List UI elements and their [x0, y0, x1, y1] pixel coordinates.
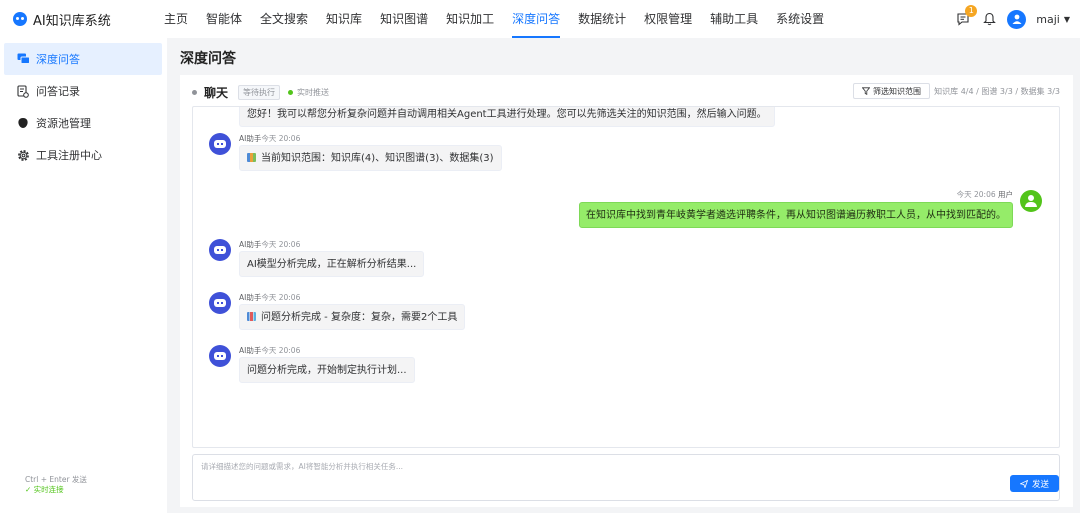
bar-chart-icon — [247, 312, 256, 321]
user-icon — [1012, 14, 1022, 24]
username[interactable]: maji — [1036, 13, 1060, 26]
robot-avatar-icon — [209, 239, 231, 261]
send-hint: Ctrl + Enter 发送 — [25, 475, 87, 484]
send-label: 发送 — [1031, 479, 1049, 490]
robot-avatar-icon — [209, 133, 231, 155]
chat-title: 聊天 — [204, 85, 229, 100]
sidebar-item-deep-qa[interactable]: 深度问答 — [4, 43, 162, 75]
send-button[interactable]: 发送 — [1010, 475, 1059, 492]
chat-panel: 聊天 等待执行 实时推送 筛选知识范围 知识库 4/4 / 图谱 3/3 / 数… — [180, 75, 1073, 507]
filter-scope-label: 筛选知识范围 — [873, 86, 921, 96]
messages-button[interactable]: 1 — [955, 5, 978, 27]
message-text: 问题分析完成 - 复杂度：复杂，需要2个工具 — [261, 312, 458, 323]
message-time: 今天 20:06 — [261, 346, 301, 355]
message-bubble: 您好！我可以帮您分析复杂问题并自动调用相关Agent工具进行处理。您可以先筛选关… — [239, 107, 775, 127]
nav-deep-qa[interactable]: 深度问答 — [503, 0, 569, 38]
input-footer: Ctrl + Enter 发送 ✓ 实时连接 — [25, 475, 87, 495]
message-bubble: 当前知识范围：知识库(4)、知识图谱(3)、数据集(3) — [239, 145, 502, 171]
sidebar-item-label: 工具注册中心 — [36, 149, 102, 162]
notification-button[interactable] — [981, 11, 997, 27]
message-bubble: 问题分析完成 - 复杂度：复杂，需要2个工具 — [239, 304, 466, 330]
gear-icon — [16, 148, 30, 162]
page-title: 深度问答 — [180, 51, 236, 67]
sender-name: AI助手 — [239, 240, 262, 249]
sender-name: AI助手 — [239, 293, 262, 302]
connection-status: ✓ 实时连接 — [25, 485, 64, 494]
nav-permissions[interactable]: 权限管理 — [635, 0, 701, 38]
sidebar-item-label: 深度问答 — [36, 53, 80, 66]
message-text: 当前知识范围：知识库(4)、知识图谱(3)、数据集(3) — [261, 153, 494, 164]
push-status: 实时推送 — [297, 87, 330, 97]
message-list[interactable]: 您好！我可以帮您分析复杂问题并自动调用相关Agent工具进行处理。您可以先筛选关… — [192, 106, 1060, 448]
chat-header: 聊天 等待执行 实时推送 筛选知识范围 知识库 4/4 / 图谱 3/3 / 数… — [192, 83, 1060, 101]
filter-icon — [862, 87, 870, 95]
message-time: 今天 20:06 — [956, 190, 996, 199]
nav-knowledge-processing[interactable]: 知识加工 — [437, 0, 503, 38]
online-dot-icon — [288, 89, 294, 95]
sidebar-item-resource-pool[interactable]: 资源池管理 — [4, 107, 162, 139]
message-bubble: 在知识库中找到青年岐黄学者遴选评聘条件，再从知识图谱遍历教职工人员，从中找到匹配… — [579, 202, 1013, 228]
main-nav: 主页 智能体 全文搜索 知识库 知识图谱 知识加工 深度问答 数据统计 权限管理… — [155, 0, 833, 38]
chevron-down-icon[interactable]: ▼ — [1064, 15, 1070, 24]
nav-agents[interactable]: 智能体 — [197, 0, 251, 38]
brand[interactable]: AI知识库系统 — [13, 10, 143, 29]
sidebar-item-qa-records[interactable]: 问答记录 — [4, 75, 162, 107]
message-bubble: AI模型分析完成，正在解析分析结果... — [239, 251, 425, 277]
message-time: 今天 20:06 — [261, 293, 301, 302]
user-avatar-icon — [1020, 190, 1042, 212]
chat-icon — [16, 52, 30, 66]
status-badge: 等待执行 — [238, 84, 281, 100]
nav-knowledge-base[interactable]: 知识库 — [317, 0, 371, 38]
nav-home[interactable]: 主页 — [155, 0, 197, 38]
sidebar-item-label: 资源池管理 — [36, 117, 91, 130]
record-icon — [16, 84, 30, 98]
message-meta: AI助手今天 20:06 — [239, 292, 300, 303]
nav-tools[interactable]: 辅助工具 — [701, 0, 767, 38]
filter-scope-button[interactable]: 筛选知识范围 — [853, 83, 930, 99]
message-meta: AI助手今天 20:06 — [239, 345, 300, 356]
robot-logo-icon — [13, 12, 27, 26]
nav-settings[interactable]: 系统设置 — [767, 0, 833, 38]
nav-statistics[interactable]: 数据统计 — [569, 0, 635, 38]
bell-icon — [982, 12, 996, 26]
main-content: 深度问答 聊天 等待执行 实时推送 筛选知识范围 知识库 4/4 / 图谱 3/… — [167, 38, 1080, 513]
robot-avatar-icon — [209, 345, 231, 367]
message-time: 今天 20:06 — [261, 240, 301, 249]
nav-knowledge-graph[interactable]: 知识图谱 — [371, 0, 437, 38]
robot-avatar-icon — [209, 292, 231, 314]
sender-name: AI助手 — [239, 346, 262, 355]
question-input[interactable]: 请详细描述您的问题或需求，AI将智能分析并执行相关任务... — [192, 454, 1060, 501]
sidebar-item-label: 问答记录 — [36, 85, 80, 98]
input-placeholder: 请详细描述您的问题或需求，AI将智能分析并执行相关任务... — [201, 462, 403, 471]
send-icon — [1019, 479, 1028, 488]
nav-fulltext-search[interactable]: 全文搜索 — [251, 0, 317, 38]
top-navbar: AI知识库系统 主页 智能体 全文搜索 知识库 知识图谱 知识加工 深度问答 数… — [0, 0, 1080, 38]
sender-name: AI助手 — [239, 134, 262, 143]
message-meta: AI助手今天 20:06 — [239, 133, 300, 144]
status-dot-icon — [192, 89, 197, 95]
scope-stats: 知识库 4/4 / 图谱 3/3 / 数据集 3/3 — [934, 87, 1060, 96]
notification-badge: 1 — [965, 5, 978, 17]
app-title: AI知识库系统 — [33, 13, 111, 29]
message-meta: 今天 20:06 用户 — [957, 189, 1013, 200]
message-time: 今天 20:06 — [261, 134, 301, 143]
books-icon — [247, 153, 256, 162]
database-icon — [16, 116, 30, 130]
sender-name: 用户 — [998, 190, 1013, 199]
user-avatar[interactable] — [1007, 9, 1027, 29]
sidebar: 深度问答 问答记录 资源池管理 工具注册中心 — [0, 38, 167, 513]
message-meta: AI助手今天 20:06 — [239, 239, 300, 250]
sidebar-item-tool-registry[interactable]: 工具注册中心 — [4, 139, 162, 171]
message-bubble: 问题分析完成，开始制定执行计划... — [239, 357, 415, 383]
